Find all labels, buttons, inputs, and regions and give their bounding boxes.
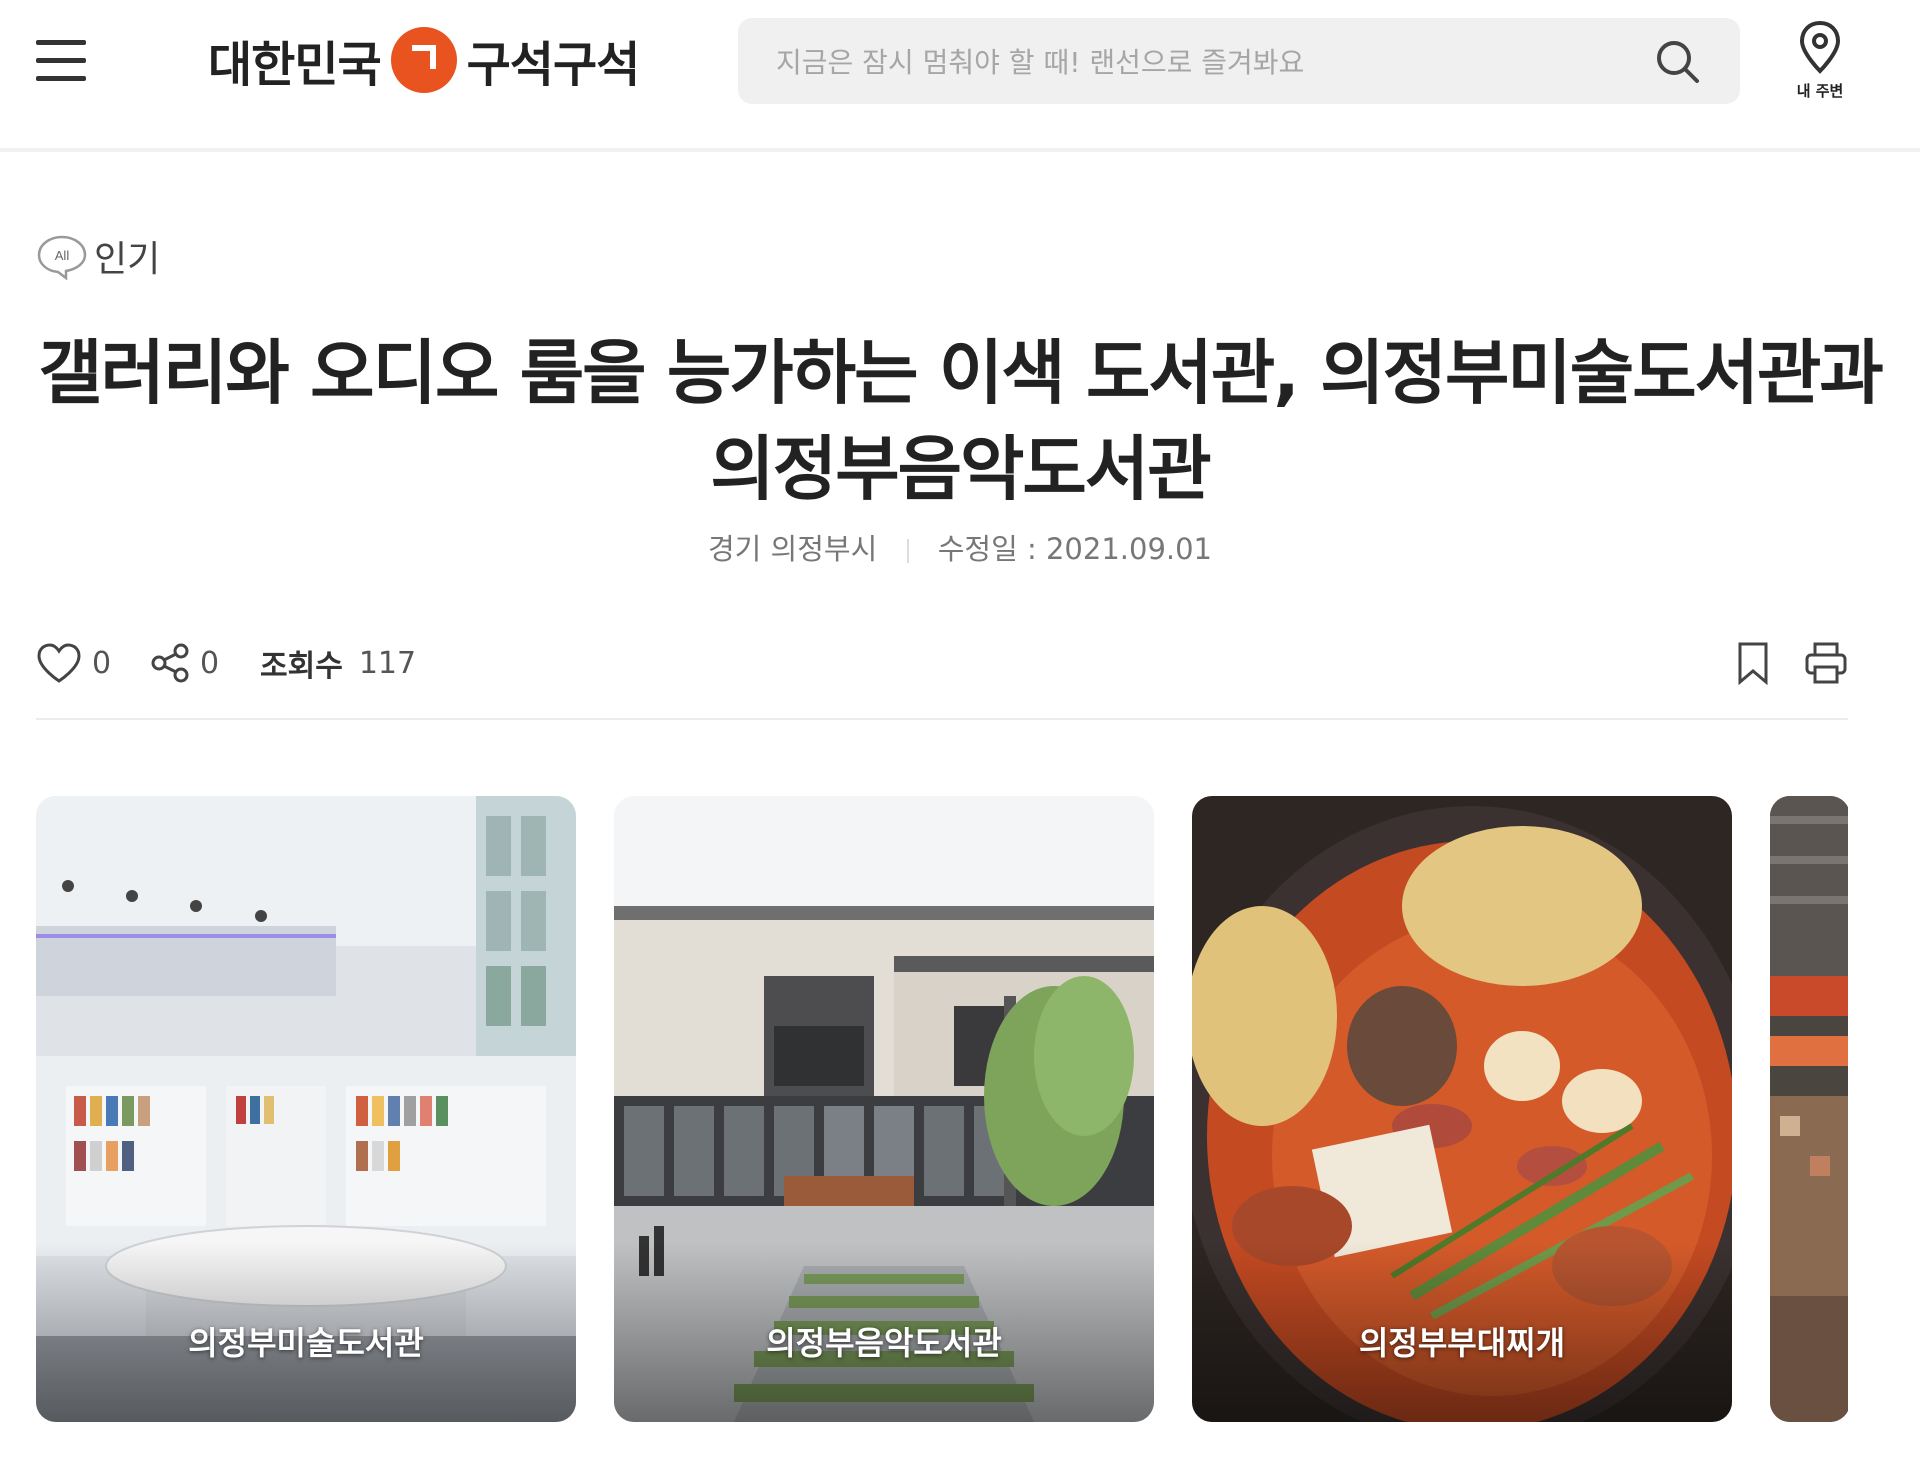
print-button[interactable] (1804, 640, 1848, 686)
share-count: 0 (200, 645, 220, 681)
category-tag[interactable]: All 인기 (36, 220, 160, 280)
heart-icon (37, 643, 81, 683)
hamburger-icon-bar (36, 40, 86, 45)
like-count: 0 (92, 645, 112, 681)
hamburger-icon-bar (36, 58, 86, 63)
logo-text-right: 구석구석 (466, 37, 641, 93)
meta-divider (906, 539, 909, 563)
hamburger-menu-button[interactable] (36, 38, 88, 84)
search-icon[interactable] (1654, 38, 1700, 84)
card-caption: 의정부음악도서관 (766, 1324, 1002, 1362)
article-region: 경기 의정부시 (707, 532, 878, 566)
card-caption: 의정부미술도서관 (188, 1324, 424, 1362)
nearby-button[interactable]: 내 주변 (1786, 20, 1854, 110)
location-pin-icon (1799, 20, 1841, 74)
market-photo (1770, 796, 1848, 1422)
all-speech-bubble-icon: All (37, 235, 87, 280)
search-bar (738, 18, 1740, 106)
photo-card[interactable]: 의정부미술도서관 (36, 796, 576, 1422)
logo-mark-icon (390, 27, 457, 93)
view-count: 조회수 117 (260, 640, 416, 686)
article-meta: 경기 의정부시 수정일 : 2021.09.01 (0, 526, 1920, 568)
like-button[interactable]: 0 (36, 640, 111, 686)
nearby-label: 내 주변 (1796, 82, 1844, 100)
print-icon (1805, 642, 1847, 684)
views-count: 117 (358, 645, 417, 681)
photo-card[interactable]: 의정부부대찌개 (1192, 796, 1732, 1422)
article-title: 갤러리와 오디오 룸을 능가하는 이색 도서관, 의정부미술도서관과 의정부음악… (38, 332, 1884, 510)
site-logo[interactable]: 대한민국 구석구석 (208, 20, 641, 100)
bookmark-button[interactable] (1736, 640, 1770, 686)
bookmark-icon (1738, 642, 1768, 685)
photo-card[interactable] (1770, 796, 1848, 1422)
card-caption: 의정부부대찌개 (1358, 1324, 1566, 1362)
article-modified-date: 수정일 : 2021.09.01 (937, 532, 1213, 566)
site-header: 대한민국 구석구석 내 주변 (0, 0, 1920, 152)
category-badge-text: All (55, 248, 70, 263)
search-input[interactable] (774, 18, 1638, 106)
hamburger-icon-bar (36, 76, 86, 81)
logo-text-left: 대한민국 (208, 37, 382, 93)
photo-card[interactable]: 의정부음악도서관 (614, 796, 1154, 1422)
views-label: 조회수 (260, 649, 343, 684)
category-label: 인기 (94, 239, 161, 280)
share-icon (151, 643, 189, 683)
toolbar-divider (36, 718, 1848, 720)
share-button[interactable]: 0 (150, 640, 219, 686)
article-toolbar: 0 0 조회수 117 (36, 630, 1848, 696)
photo-carousel: 의정부미술도서관 의정부음악도서관 의정부부대찌개 (36, 796, 1848, 1426)
